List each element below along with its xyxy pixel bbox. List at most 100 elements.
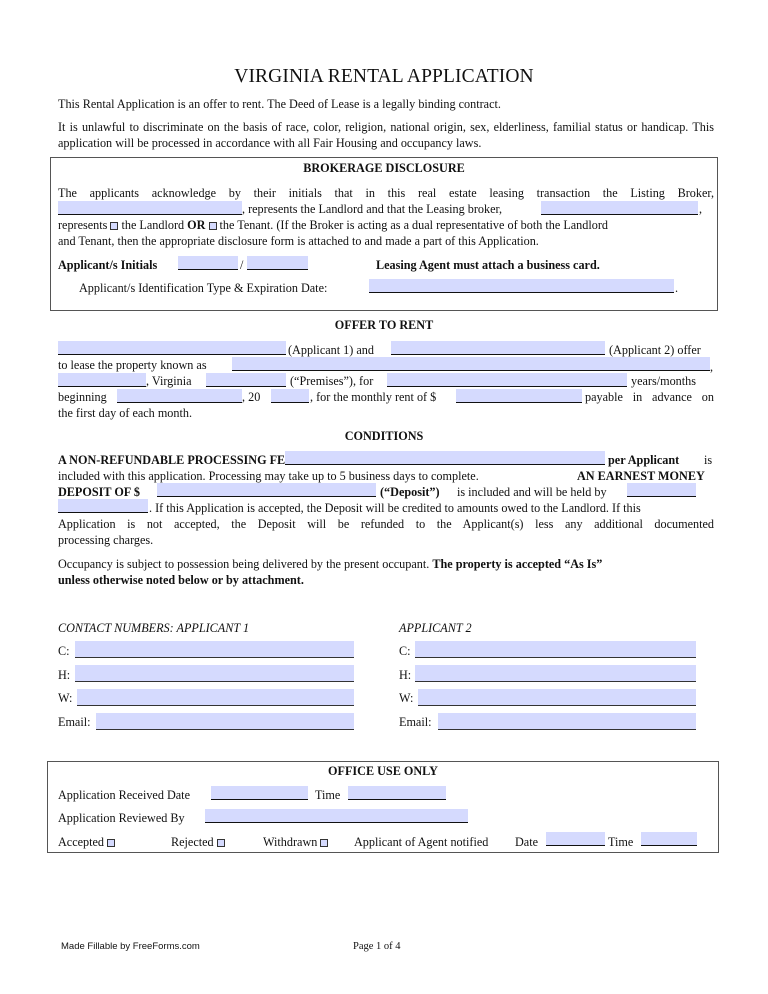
represents-label: represents (58, 218, 108, 232)
received-date-label: Application Received Date (58, 788, 190, 802)
brokerage-heading: BROKERAGE DISCLOSURE (303, 161, 465, 175)
held-by-field-2[interactable] (58, 499, 148, 513)
as-is-text: The property is accepted “As Is” (432, 557, 603, 571)
applicant-2-work-field[interactable] (418, 689, 696, 706)
applicant-2-email-field[interactable] (438, 713, 696, 730)
begin-date-field[interactable] (117, 389, 242, 403)
applicant-1-email-field[interactable] (96, 713, 354, 730)
applicant-2-name-field[interactable] (391, 341, 605, 355)
intro-line-1: This Rental Application is an offer to r… (58, 97, 501, 111)
property-address-field[interactable] (232, 357, 710, 371)
held-by-field-1[interactable] (627, 483, 696, 497)
or-label: OR (187, 218, 206, 232)
applicant-2-cell-field[interactable] (415, 641, 696, 658)
offer-heading: OFFER TO RENT (334, 318, 434, 332)
received-time-field[interactable] (348, 786, 446, 800)
intro-line-2: It is unlawful to discriminate on the ba… (58, 120, 714, 150)
page-number: Page 1 of 4 (353, 941, 401, 952)
monthly-rent-field[interactable] (456, 389, 582, 403)
processing-charges-line: processing charges. (58, 533, 154, 547)
business-card-note: Leasing Agent must attach a business car… (376, 258, 600, 272)
lease-term-field[interactable] (387, 373, 627, 387)
deposit-amount-field[interactable] (157, 483, 376, 497)
applicant-1-work-field[interactable] (77, 689, 354, 706)
notified-time-field[interactable] (641, 832, 697, 846)
received-date-field[interactable] (211, 786, 308, 800)
represents-landlord-text: , represents the Landlord and that the L… (242, 202, 503, 216)
zip-field[interactable] (206, 373, 286, 387)
a1-email-label: Email: (58, 715, 91, 729)
payable-label: payable in advance on (585, 390, 714, 404)
received-time-label: Time (315, 788, 341, 802)
tenant-label: the Tenant. (If the Broker is acting as … (219, 218, 608, 232)
applicant-1-cell-field[interactable] (75, 641, 354, 658)
fee-label: A NON-REFUNDABLE PROCESSING FEE OF $ (58, 453, 322, 467)
premises-label: (“Premises”), for (290, 374, 374, 388)
applicant-2-home-field[interactable] (415, 665, 696, 682)
processing-fee-field[interactable] (285, 451, 605, 465)
id-type-expiration-field[interactable] (369, 279, 674, 293)
contact-applicant-2-heading: APPLICANT 2 (399, 621, 472, 635)
city-field[interactable] (58, 373, 146, 387)
deposit-of-label: DEPOSIT OF $ (58, 485, 140, 499)
earnest-money-label: AN EARNEST MONEY (577, 469, 705, 483)
landlord-checkbox[interactable] (110, 222, 119, 230)
a2-cell-label: C: (399, 644, 411, 658)
accepted-label: Accepted (58, 835, 105, 849)
not-accepted-line: Application is not accepted, the Deposit… (58, 517, 714, 531)
first-day-label: the first day of each month. (58, 406, 193, 420)
tenant-checkbox[interactable] (208, 222, 217, 230)
deposit-quote-label: (“Deposit”) (380, 485, 440, 499)
rejected-checkbox[interactable] (216, 839, 225, 847)
beginning-label: beginning (58, 390, 107, 404)
contact-applicant-1-heading: CONTACT NUMBERS: APPLICANT 1 (58, 621, 250, 635)
per-applicant-label: per Applicant (608, 453, 680, 467)
rejected-option: Rejected (171, 834, 225, 850)
notified-time-label: Time (608, 835, 634, 849)
lease-property-label: to lease the property known as (58, 358, 207, 372)
occupancy-line: Occupancy is subject to possession being… (58, 556, 602, 572)
rejected-label: Rejected (171, 835, 214, 849)
office-heading: OFFICE USE ONLY (328, 764, 438, 778)
held-by-label: is included and will be held by (457, 485, 607, 499)
notified-label: Applicant of Agent notified (354, 835, 489, 849)
applicant-2-label: (Applicant 2) offer (609, 343, 701, 357)
withdrawn-label: Withdrawn (263, 835, 318, 849)
reviewed-by-field[interactable] (205, 809, 468, 823)
listing-broker-field[interactable] (58, 201, 242, 215)
notified-date-label: Date (515, 835, 539, 849)
virginia-label: , Virginia (146, 374, 192, 388)
a1-home-label: H: (58, 668, 71, 682)
a2-home-label: H: (399, 668, 412, 682)
reviewed-by-label: Application Reviewed By (58, 811, 185, 825)
comma-text: , (699, 202, 703, 216)
initials-2-field[interactable] (247, 256, 308, 270)
years-months-label: years/months (631, 374, 696, 388)
year-field[interactable] (271, 389, 309, 403)
initials-1-field[interactable] (178, 256, 238, 270)
period-text: . (675, 281, 679, 295)
leasing-broker-field[interactable] (541, 201, 698, 215)
accepted-line: . If this Application is accepted, the D… (149, 501, 641, 515)
withdrawn-option: Withdrawn (263, 834, 329, 850)
brokerage-line-3: represents the Landlord OR the Tenant. (… (58, 217, 608, 233)
applicant-1-name-field[interactable] (58, 341, 286, 355)
accepted-checkbox[interactable] (107, 839, 116, 847)
a2-work-label: W: (399, 691, 414, 705)
applicant-1-home-field[interactable] (75, 665, 354, 682)
withdrawn-checkbox[interactable] (320, 839, 329, 847)
made-fillable-credit: Made Fillable by FreeForms.com (61, 941, 200, 952)
id-type-label: Applicant/s Identification Type & Expira… (79, 281, 328, 295)
included-line: included with this application. Processi… (58, 469, 479, 483)
unless-text: unless otherwise noted below or by attac… (58, 573, 304, 587)
notified-date-field[interactable] (546, 832, 605, 846)
occupancy-text: Occupancy is subject to possession being… (58, 557, 430, 571)
brokerage-line-4: and Tenant, then the appropriate disclos… (58, 234, 539, 248)
is-label: is (704, 453, 713, 467)
initials-slash: / (240, 258, 244, 272)
comma-text-2: , (710, 360, 714, 374)
monthly-rent-label: , for the monthly rent of $ (310, 390, 437, 404)
a1-work-label: W: (58, 691, 73, 705)
applicant-1-label: (Applicant 1) and (288, 343, 374, 357)
accepted-option: Accepted (58, 834, 116, 850)
